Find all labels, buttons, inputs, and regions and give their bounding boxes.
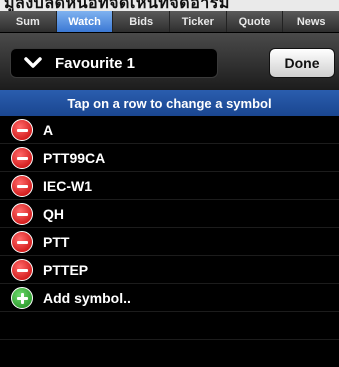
tab-watch[interactable]: Watch [56,11,114,32]
symbol-row[interactable]: QH [0,201,339,228]
done-button[interactable]: Done [269,48,335,78]
symbol-label: QH [43,206,64,222]
symbol-row[interactable]: PTT [0,229,339,256]
add-symbol-label: Add symbol.. [43,290,131,306]
remove-icon[interactable] [11,119,33,141]
remove-icon[interactable] [11,147,33,169]
symbol-label: PTTEP [43,262,89,278]
remove-icon[interactable] [11,231,33,253]
toolbar: Favourite 1 Done [0,33,339,90]
remove-icon[interactable] [11,175,33,197]
remove-icon[interactable] [11,259,33,281]
symbol-label: PTT [43,234,70,250]
remove-icon[interactable] [11,203,33,225]
symbol-list: A PTT99CA IEC-W1 QH PTT PTTEP Add symbol… [0,117,339,341]
symbol-label: IEC-W1 [43,178,92,194]
add-symbol-row[interactable]: Add symbol.. [0,285,339,312]
instruction-banner: Tap on a row to change a symbol [0,90,339,116]
chevron-down-icon [11,56,55,70]
symbol-row[interactable]: PTT99CA [0,145,339,172]
favourite-label: Favourite 1 [55,54,136,72]
empty-row [0,313,339,340]
symbol-row[interactable]: IEC-W1 [0,173,339,200]
tab-bar: Sum Watch Bids Ticker Quote News [0,11,339,33]
add-icon[interactable] [11,287,33,309]
top-strip-text: มูลิงบล็ดหนือที่จัดเห็นที่จัดอ่าร่ม [4,0,230,11]
tab-ticker[interactable]: Ticker [170,11,227,32]
favourite-selector-button[interactable]: Favourite 1 [10,48,218,78]
tab-sum[interactable]: Sum [0,11,57,32]
top-header-strip: มูลิงบล็ดหนือที่จัดเห็นที่จัดอ่าร่ม [0,0,339,11]
tab-quote[interactable]: Quote [227,11,284,32]
tab-bids[interactable]: Bids [113,11,171,32]
symbol-label: A [43,122,54,138]
tab-news[interactable]: News [283,11,339,32]
symbol-label: PTT99CA [43,150,106,166]
symbol-row[interactable]: PTTEP [0,257,339,284]
symbol-row[interactable]: A [0,117,339,144]
